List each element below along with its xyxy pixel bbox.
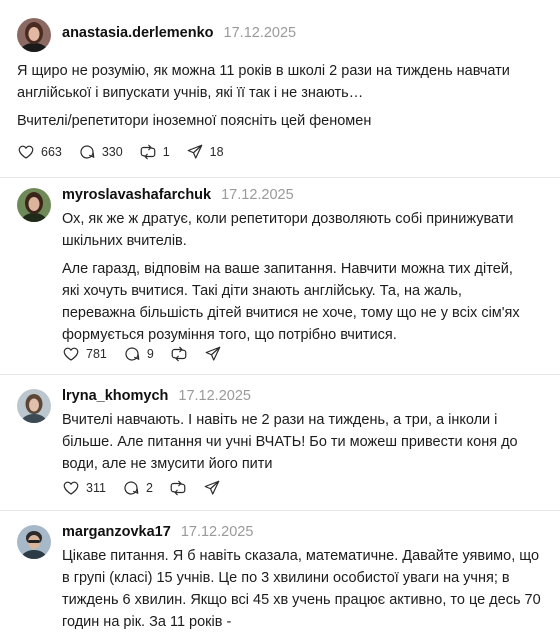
post-text: Ох, як же ж дратує, коли репетитори дозв…	[62, 211, 514, 249]
post-actions: 781 9	[62, 344, 238, 364]
comment-button[interactable]: 2	[122, 479, 153, 497]
username[interactable]: marganzovka17	[62, 524, 171, 540]
post-actions: 663 330 1 18	[17, 142, 240, 162]
post-text: Вчителі навчають. І навіть не 2 рази на …	[62, 412, 518, 472]
comment-button[interactable]: 9	[123, 345, 154, 363]
post-header: anastasia.derlemenko 17.12.2025	[62, 25, 296, 45]
post-header: lryna_khomych 17.12.2025	[62, 388, 251, 408]
username[interactable]: anastasia.derlemenko	[62, 25, 214, 41]
repost-button[interactable]: 1	[139, 143, 170, 161]
share-button[interactable]	[203, 479, 221, 497]
repost-icon	[170, 480, 186, 496]
heart-icon	[63, 481, 79, 495]
post-date: 17.12.2025	[223, 25, 297, 41]
heart-icon	[18, 145, 34, 159]
repost-icon	[171, 346, 187, 362]
like-button[interactable]: 663	[17, 143, 62, 161]
post-date: 17.12.2025	[178, 388, 251, 404]
post-text: Цікаве питання. Я б навіть сказала, мате…	[62, 548, 541, 630]
like-count: 311	[86, 481, 106, 495]
post-3: lryna_khomych 17.12.2025 Вчителі навчают…	[0, 375, 560, 510]
username[interactable]: myroslavashafarchuk	[62, 187, 211, 203]
comment-button[interactable]: 330	[78, 143, 123, 161]
avatar[interactable]	[17, 389, 51, 423]
repost-count: 1	[162, 145, 170, 159]
username[interactable]: lryna_khomych	[62, 388, 168, 404]
post-text: Вчителі/репетитори іноземної поясніть це…	[17, 113, 372, 129]
share-button[interactable]	[204, 345, 222, 363]
post-actions: 311 2	[62, 478, 237, 498]
avatar[interactable]	[17, 525, 51, 559]
send-icon	[205, 346, 221, 361]
post-date: 17.12.2025	[180, 524, 254, 540]
share-count: 18	[209, 145, 224, 159]
comment-icon	[125, 347, 140, 361]
repost-button[interactable]	[170, 345, 188, 363]
comment-count: 2	[145, 481, 153, 495]
comment-count: 9	[146, 347, 154, 361]
heart-icon	[63, 347, 79, 361]
comment-icon	[80, 145, 95, 159]
post-text: Але гаразд, відповім на ваше запитання. …	[62, 261, 520, 343]
send-icon	[187, 144, 203, 159]
post-text: Я щиро не розумію, як можна 11 років в ш…	[17, 63, 510, 101]
like-count: 781	[86, 347, 107, 361]
comment-icon	[124, 481, 139, 495]
comment-count: 330	[101, 145, 123, 159]
post-header: marganzovka17 17.12.2025	[62, 524, 253, 544]
avatar[interactable]	[17, 188, 51, 222]
share-button[interactable]: 18	[186, 143, 224, 161]
post-4: marganzovka17 17.12.2025 Цікаве питання.…	[0, 511, 560, 630]
post-2: myroslavashafarchuk 17.12.2025 Ох, як же…	[0, 178, 560, 376]
avatar[interactable]	[17, 18, 51, 52]
repost-button[interactable]	[169, 479, 187, 497]
like-button[interactable]: 311	[62, 479, 106, 497]
send-icon	[204, 480, 220, 495]
post-header: myroslavashafarchuk 17.12.2025	[62, 187, 294, 207]
like-button[interactable]: 781	[62, 345, 107, 363]
post-date: 17.12.2025	[221, 187, 294, 203]
like-count: 663	[41, 145, 62, 159]
post-1: anastasia.derlemenko 17.12.2025 Я щиро н…	[0, 0, 560, 180]
repost-icon	[140, 144, 156, 160]
